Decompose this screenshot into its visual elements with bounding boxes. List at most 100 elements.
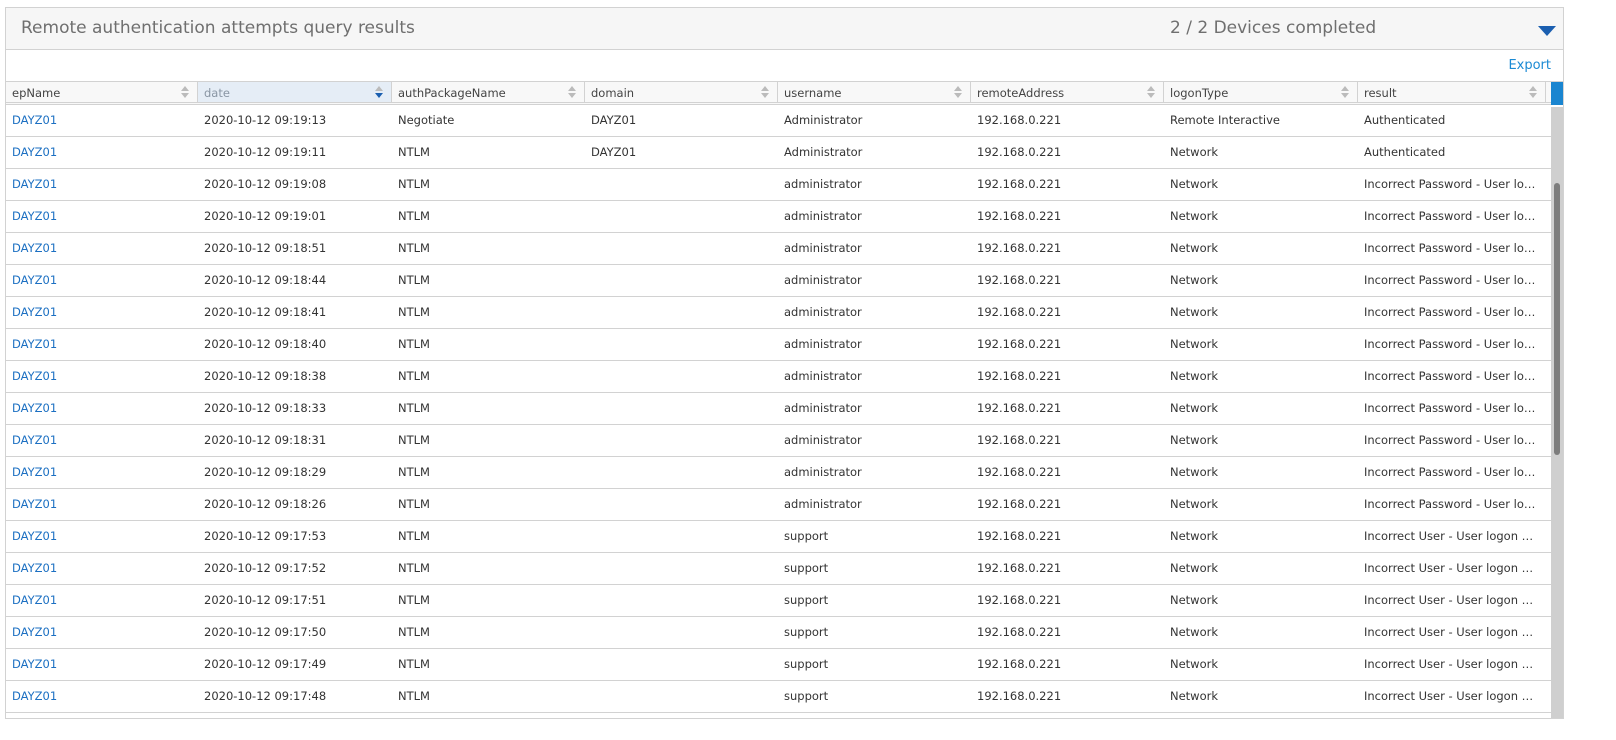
table-row[interactable]: DAYZ01 2020-10-12 09:18:29 NTLM administrat… bbox=[6, 457, 1551, 489]
cell-epName[interactable]: DAYZ01 bbox=[6, 521, 198, 552]
cell-logonType: Network bbox=[1170, 305, 1219, 319]
cell-epName[interactable]: DAYZ01 bbox=[6, 137, 198, 168]
table-row[interactable]: DAYZ01 2020-10-12 09:17:48 NTLM support 192.… bbox=[6, 681, 1551, 713]
table-row[interactable]: DAYZ01 2020-10-12 09:19:08 NTLM administrat… bbox=[6, 169, 1551, 201]
cell-epName[interactable]: DAYZ01 bbox=[6, 553, 198, 584]
cell-remoteAddress: 192.168.0.221 bbox=[977, 273, 1062, 287]
table-row[interactable]: DAYZ01 2020-10-12 09:17:52 NTLM support 192.… bbox=[6, 553, 1551, 585]
cell-remoteAddress: 192.168.0.221 bbox=[977, 465, 1062, 479]
cell-username: support bbox=[784, 561, 829, 575]
table-row[interactable]: DAYZ01 2020-10-12 09:18:33 NTLM administrat… bbox=[6, 393, 1551, 425]
cell-date: 2020-10-12 09:18:40 bbox=[204, 337, 327, 351]
toolbar: Export bbox=[6, 50, 1563, 82]
cell-date: 2020-10-12 09:17:53 bbox=[204, 529, 327, 543]
cell-epName[interactable]: DAYZ01 bbox=[6, 489, 198, 520]
cell-epName[interactable]: DAYZ01 bbox=[6, 361, 198, 392]
cell-epName[interactable]: DAYZ01 bbox=[6, 681, 198, 712]
cell-result: Incorrect User - User logon with ... bbox=[1364, 529, 1546, 543]
sort-icon[interactable] bbox=[761, 86, 769, 99]
column-header-label: epName bbox=[12, 86, 61, 100]
cell-epName[interactable]: DAYZ01 bbox=[6, 329, 198, 360]
panel-header[interactable]: Remote authentication attempts query res… bbox=[6, 8, 1563, 50]
cell-logonType: Network bbox=[1170, 529, 1219, 543]
column-header-domain[interactable]: domain bbox=[585, 82, 778, 102]
cell-domain bbox=[585, 361, 778, 392]
column-header-label: remoteAddress bbox=[977, 86, 1065, 100]
sort-icon[interactable] bbox=[1529, 86, 1537, 99]
table-row[interactable]: DAYZ01 2020-10-12 09:19:01 NTLM administrat… bbox=[6, 201, 1551, 233]
column-header-result[interactable]: result bbox=[1358, 82, 1546, 102]
column-header-authPackageName[interactable]: authPackageName bbox=[392, 82, 585, 102]
cell-epName[interactable]: DAYZ01 bbox=[6, 585, 198, 616]
table-row[interactable]: DAYZ01 2020-10-12 09:17:50 NTLM support 192.… bbox=[6, 617, 1551, 649]
table-row[interactable]: DAYZ01 2020-10-12 09:17:49 NTLM support 192.… bbox=[6, 649, 1551, 681]
cell-epName[interactable]: DAYZ01 bbox=[6, 105, 198, 136]
cell-logonType: Network bbox=[1170, 625, 1219, 639]
table-row[interactable]: DAYZ01 2020-10-12 09:18:41 NTLM administrat… bbox=[6, 297, 1551, 329]
cell-remoteAddress: 192.168.0.221 bbox=[977, 305, 1062, 319]
cell-epName[interactable]: DAYZ01 bbox=[6, 233, 198, 264]
cell-remoteAddress: 192.168.0.221 bbox=[977, 401, 1062, 415]
cell-result: Incorrect User - User logon with ... bbox=[1364, 689, 1546, 703]
cell-epName[interactable]: DAYZ01 bbox=[6, 617, 198, 648]
sort-icon[interactable] bbox=[181, 86, 189, 99]
table-row[interactable]: DAYZ01 2020-10-12 09:17:53 NTLM support 192.… bbox=[6, 521, 1551, 553]
table-row[interactable]: DAYZ01 2020-10-12 09:18:40 NTLM administrat… bbox=[6, 329, 1551, 361]
cell-date: 2020-10-12 09:17:49 bbox=[204, 657, 327, 671]
sort-icon[interactable] bbox=[954, 86, 962, 99]
cell-date: 2020-10-12 09:18:26 bbox=[204, 497, 327, 511]
cell-result: Incorrect Password - User logon ... bbox=[1364, 273, 1546, 287]
cell-domain bbox=[585, 489, 778, 520]
sort-icon[interactable] bbox=[375, 86, 383, 99]
cell-logonType: Network bbox=[1170, 369, 1219, 383]
sort-icon[interactable] bbox=[1341, 86, 1349, 99]
cell-remoteAddress: 192.168.0.221 bbox=[977, 209, 1062, 223]
table-row[interactable]: DAYZ01 2020-10-12 09:18:31 NTLM administrat… bbox=[6, 425, 1551, 457]
cell-epName[interactable]: DAYZ01 bbox=[6, 457, 198, 488]
cell-remoteAddress: 192.168.0.221 bbox=[977, 497, 1062, 511]
cell-result: Incorrect Password - User logon ... bbox=[1364, 433, 1546, 447]
scrollbar-thumb[interactable] bbox=[1554, 183, 1560, 455]
cell-remoteAddress: 192.168.0.221 bbox=[977, 177, 1062, 191]
cell-epName[interactable]: DAYZ01 bbox=[6, 201, 198, 232]
cell-epName[interactable]: DAYZ01 bbox=[6, 649, 198, 680]
column-header-date[interactable]: date bbox=[198, 82, 392, 102]
cell-logonType: Network bbox=[1170, 145, 1219, 159]
cell-username: administrator bbox=[784, 497, 862, 511]
cell-epName[interactable]: DAYZ01 bbox=[6, 425, 198, 456]
table-row[interactable]: DAYZ01 2020-10-12 09:18:51 NTLM administrat… bbox=[6, 233, 1551, 265]
cell-username: administrator bbox=[784, 209, 862, 223]
cell-epName[interactable]: DAYZ01 bbox=[6, 393, 198, 424]
table-row[interactable]: DAYZ01 2020-10-12 09:19:13 Negotiate DAYZ01… bbox=[6, 105, 1551, 137]
cell-date: 2020-10-12 09:17:51 bbox=[204, 593, 327, 607]
table-row[interactable]: DAYZ01 2020-10-12 09:17:51 NTLM support 192.… bbox=[6, 585, 1551, 617]
cell-result: Incorrect Password - User logon ... bbox=[1364, 337, 1546, 351]
column-header-label: logonType bbox=[1170, 86, 1229, 100]
cell-logonType: Network bbox=[1170, 273, 1219, 287]
column-header-label: username bbox=[784, 86, 842, 100]
column-header-username[interactable]: username bbox=[778, 82, 971, 102]
cell-username: administrator bbox=[784, 241, 862, 255]
column-header-logonType[interactable]: logonType bbox=[1164, 82, 1358, 102]
table-row[interactable]: DAYZ01 2020-10-12 09:18:26 NTLM administrat… bbox=[6, 489, 1551, 521]
cell-epName[interactable]: DAYZ01 bbox=[6, 169, 198, 200]
cell-remoteAddress: 192.168.0.221 bbox=[977, 433, 1062, 447]
cell-epName[interactable]: DAYZ01 bbox=[6, 265, 198, 296]
query-results-panel: Remote authentication attempts query res… bbox=[5, 7, 1564, 719]
column-header-remoteAddress[interactable]: remoteAddress bbox=[971, 82, 1164, 102]
export-link[interactable]: Export bbox=[1508, 58, 1551, 73]
table-row[interactable]: DAYZ01 2020-10-12 09:18:44 NTLM administrat… bbox=[6, 265, 1551, 297]
cell-remoteAddress: 192.168.0.221 bbox=[977, 145, 1062, 159]
table-row[interactable]: DAYZ01 2020-10-12 09:19:11 NTLM DAYZ01 Admin… bbox=[6, 137, 1551, 169]
sort-icon[interactable] bbox=[1147, 86, 1155, 99]
table-row[interactable]: DAYZ01 2020-10-12 09:18:38 NTLM administrat… bbox=[6, 361, 1551, 393]
cell-authPackageName: NTLM bbox=[398, 305, 430, 319]
collapse-caret-icon[interactable] bbox=[1538, 26, 1556, 36]
column-header-epName[interactable]: epName bbox=[6, 82, 198, 102]
cell-domain bbox=[585, 681, 778, 712]
cell-date: 2020-10-12 09:19:11 bbox=[204, 145, 327, 159]
cell-epName[interactable]: DAYZ01 bbox=[6, 297, 198, 328]
cell-remoteAddress: 192.168.0.221 bbox=[977, 369, 1062, 383]
sort-icon[interactable] bbox=[568, 86, 576, 99]
vertical-scrollbar[interactable] bbox=[1551, 107, 1563, 718]
